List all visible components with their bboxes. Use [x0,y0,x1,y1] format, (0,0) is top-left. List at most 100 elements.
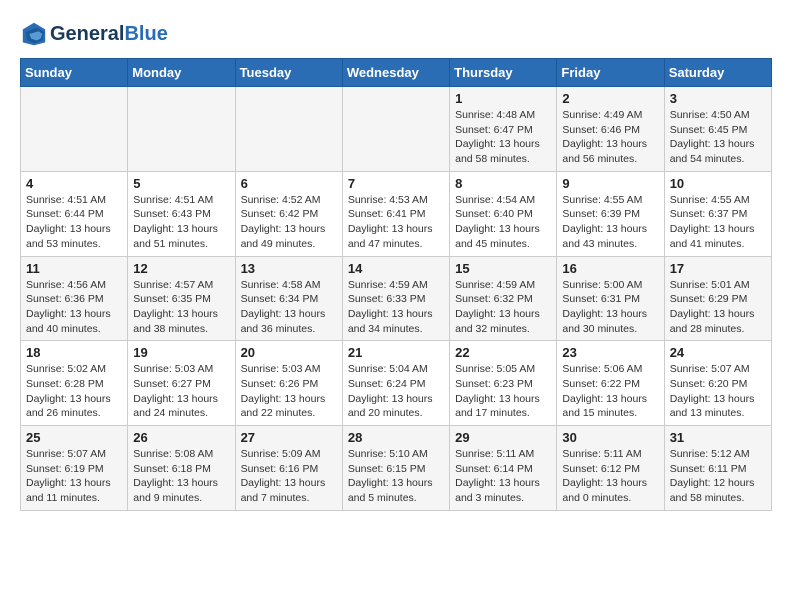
day-number: 8 [455,176,551,191]
day-info: Sunrise: 5:04 AM Sunset: 6:24 PM Dayligh… [348,362,444,421]
day-info: Sunrise: 5:11 AM Sunset: 6:14 PM Dayligh… [455,447,551,506]
day-info: Sunrise: 4:54 AM Sunset: 6:40 PM Dayligh… [455,193,551,252]
logo: GeneralBlue [20,20,168,48]
day-info: Sunrise: 4:50 AM Sunset: 6:45 PM Dayligh… [670,108,766,167]
calendar-cell: 22 Sunrise: 5:05 AM Sunset: 6:23 PM Dayli… [450,341,557,426]
logo-text: GeneralBlue [50,23,168,46]
day-number: 6 [241,176,337,191]
calendar-cell [128,87,235,172]
day-info: Sunrise: 5:03 AM Sunset: 6:27 PM Dayligh… [133,362,229,421]
day-number: 20 [241,345,337,360]
day-number: 22 [455,345,551,360]
day-info: Sunrise: 4:52 AM Sunset: 6:42 PM Dayligh… [241,193,337,252]
day-header-saturday: Saturday [664,59,771,87]
calendar-cell: 8 Sunrise: 4:54 AM Sunset: 6:40 PM Daylig… [450,171,557,256]
calendar-cell: 29 Sunrise: 5:11 AM Sunset: 6:14 PM Dayli… [450,426,557,511]
calendar-cell: 12 Sunrise: 4:57 AM Sunset: 6:35 PM Dayli… [128,256,235,341]
calendar-cell: 30 Sunrise: 5:11 AM Sunset: 6:12 PM Dayli… [557,426,664,511]
calendar-cell: 4 Sunrise: 4:51 AM Sunset: 6:44 PM Daylig… [21,171,128,256]
day-number: 2 [562,91,658,106]
day-header-monday: Monday [128,59,235,87]
day-info: Sunrise: 5:09 AM Sunset: 6:16 PM Dayligh… [241,447,337,506]
calendar-cell [21,87,128,172]
day-info: Sunrise: 5:02 AM Sunset: 6:28 PM Dayligh… [26,362,122,421]
day-number: 3 [670,91,766,106]
day-header-wednesday: Wednesday [342,59,449,87]
calendar-cell: 5 Sunrise: 4:51 AM Sunset: 6:43 PM Daylig… [128,171,235,256]
day-number: 17 [670,261,766,276]
day-header-friday: Friday [557,59,664,87]
day-number: 21 [348,345,444,360]
calendar-table: SundayMondayTuesdayWednesdayThursdayFrid… [20,58,772,511]
calendar-cell: 25Sunrise: 5:07 AM Sunset: 6:19 PM Dayli… [21,426,128,511]
calendar-cell: 24Sunrise: 5:07 AM Sunset: 6:20 PM Dayli… [664,341,771,426]
calendar-cell: 19 Sunrise: 5:03 AM Sunset: 6:27 PM Dayli… [128,341,235,426]
calendar-cell: 9Sunrise: 4:55 AM Sunset: 6:39 PM Daylig… [557,171,664,256]
day-number: 16 [562,261,658,276]
day-number: 11 [26,261,122,276]
week-row-3: 11 Sunrise: 4:56 AM Sunset: 6:36 PM Dayli… [21,256,772,341]
day-info: Sunrise: 5:00 AM Sunset: 6:31 PM Dayligh… [562,278,658,337]
day-number: 4 [26,176,122,191]
calendar-cell: 3 Sunrise: 4:50 AM Sunset: 6:45 PM Daylig… [664,87,771,172]
day-number: 31 [670,430,766,445]
day-info: Sunrise: 4:55 AM Sunset: 6:37 PM Dayligh… [670,193,766,252]
calendar-cell: 31 Sunrise: 5:12 AM Sunset: 6:11 PM Dayli… [664,426,771,511]
day-number: 25 [26,430,122,445]
day-info: Sunrise: 4:57 AM Sunset: 6:35 PM Dayligh… [133,278,229,337]
week-row-1: 1 Sunrise: 4:48 AM Sunset: 6:47 PM Daylig… [21,87,772,172]
day-info: Sunrise: 5:06 AM Sunset: 6:22 PM Dayligh… [562,362,658,421]
day-number: 19 [133,345,229,360]
day-info: Sunrise: 4:51 AM Sunset: 6:43 PM Dayligh… [133,193,229,252]
day-number: 13 [241,261,337,276]
day-info: Sunrise: 4:53 AM Sunset: 6:41 PM Dayligh… [348,193,444,252]
calendar-cell: 18 Sunrise: 5:02 AM Sunset: 6:28 PM Dayli… [21,341,128,426]
calendar-cell: 23 Sunrise: 5:06 AM Sunset: 6:22 PM Dayli… [557,341,664,426]
page-header: GeneralBlue [20,20,772,48]
header-row: SundayMondayTuesdayWednesdayThursdayFrid… [21,59,772,87]
day-number: 24 [670,345,766,360]
day-number: 1 [455,91,551,106]
day-info: Sunrise: 4:48 AM Sunset: 6:47 PM Dayligh… [455,108,551,167]
day-number: 18 [26,345,122,360]
day-info: Sunrise: 5:12 AM Sunset: 6:11 PM Dayligh… [670,447,766,506]
day-info: Sunrise: 5:05 AM Sunset: 6:23 PM Dayligh… [455,362,551,421]
calendar-cell: 28 Sunrise: 5:10 AM Sunset: 6:15 PM Dayli… [342,426,449,511]
calendar-cell: 6 Sunrise: 4:52 AM Sunset: 6:42 PM Daylig… [235,171,342,256]
day-number: 28 [348,430,444,445]
day-info: Sunrise: 4:59 AM Sunset: 6:33 PM Dayligh… [348,278,444,337]
day-info: Sunrise: 4:59 AM Sunset: 6:32 PM Dayligh… [455,278,551,337]
day-info: Sunrise: 5:03 AM Sunset: 6:26 PM Dayligh… [241,362,337,421]
day-number: 15 [455,261,551,276]
calendar-cell: 15 Sunrise: 4:59 AM Sunset: 6:32 PM Dayli… [450,256,557,341]
day-number: 7 [348,176,444,191]
calendar-cell: 7 Sunrise: 4:53 AM Sunset: 6:41 PM Daylig… [342,171,449,256]
calendar-cell: 17Sunrise: 5:01 AM Sunset: 6:29 PM Dayli… [664,256,771,341]
logo-icon [20,20,48,48]
day-info: Sunrise: 5:10 AM Sunset: 6:15 PM Dayligh… [348,447,444,506]
day-info: Sunrise: 4:51 AM Sunset: 6:44 PM Dayligh… [26,193,122,252]
calendar-cell: 27Sunrise: 5:09 AM Sunset: 6:16 PM Dayli… [235,426,342,511]
calendar-cell [235,87,342,172]
day-number: 5 [133,176,229,191]
calendar-cell: 20 Sunrise: 5:03 AM Sunset: 6:26 PM Dayli… [235,341,342,426]
calendar-cell: 21 Sunrise: 5:04 AM Sunset: 6:24 PM Dayli… [342,341,449,426]
day-number: 12 [133,261,229,276]
day-info: Sunrise: 4:56 AM Sunset: 6:36 PM Dayligh… [26,278,122,337]
day-info: Sunrise: 5:11 AM Sunset: 6:12 PM Dayligh… [562,447,658,506]
week-row-5: 25Sunrise: 5:07 AM Sunset: 6:19 PM Dayli… [21,426,772,511]
day-number: 30 [562,430,658,445]
week-row-2: 4 Sunrise: 4:51 AM Sunset: 6:44 PM Daylig… [21,171,772,256]
calendar-cell: 2 Sunrise: 4:49 AM Sunset: 6:46 PM Daylig… [557,87,664,172]
calendar-cell [342,87,449,172]
day-number: 29 [455,430,551,445]
week-row-4: 18 Sunrise: 5:02 AM Sunset: 6:28 PM Dayli… [21,341,772,426]
day-header-sunday: Sunday [21,59,128,87]
calendar-cell: 14Sunrise: 4:59 AM Sunset: 6:33 PM Dayli… [342,256,449,341]
day-info: Sunrise: 4:58 AM Sunset: 6:34 PM Dayligh… [241,278,337,337]
day-header-tuesday: Tuesday [235,59,342,87]
day-info: Sunrise: 4:49 AM Sunset: 6:46 PM Dayligh… [562,108,658,167]
calendar-cell: 16 Sunrise: 5:00 AM Sunset: 6:31 PM Dayli… [557,256,664,341]
day-number: 9 [562,176,658,191]
day-number: 23 [562,345,658,360]
